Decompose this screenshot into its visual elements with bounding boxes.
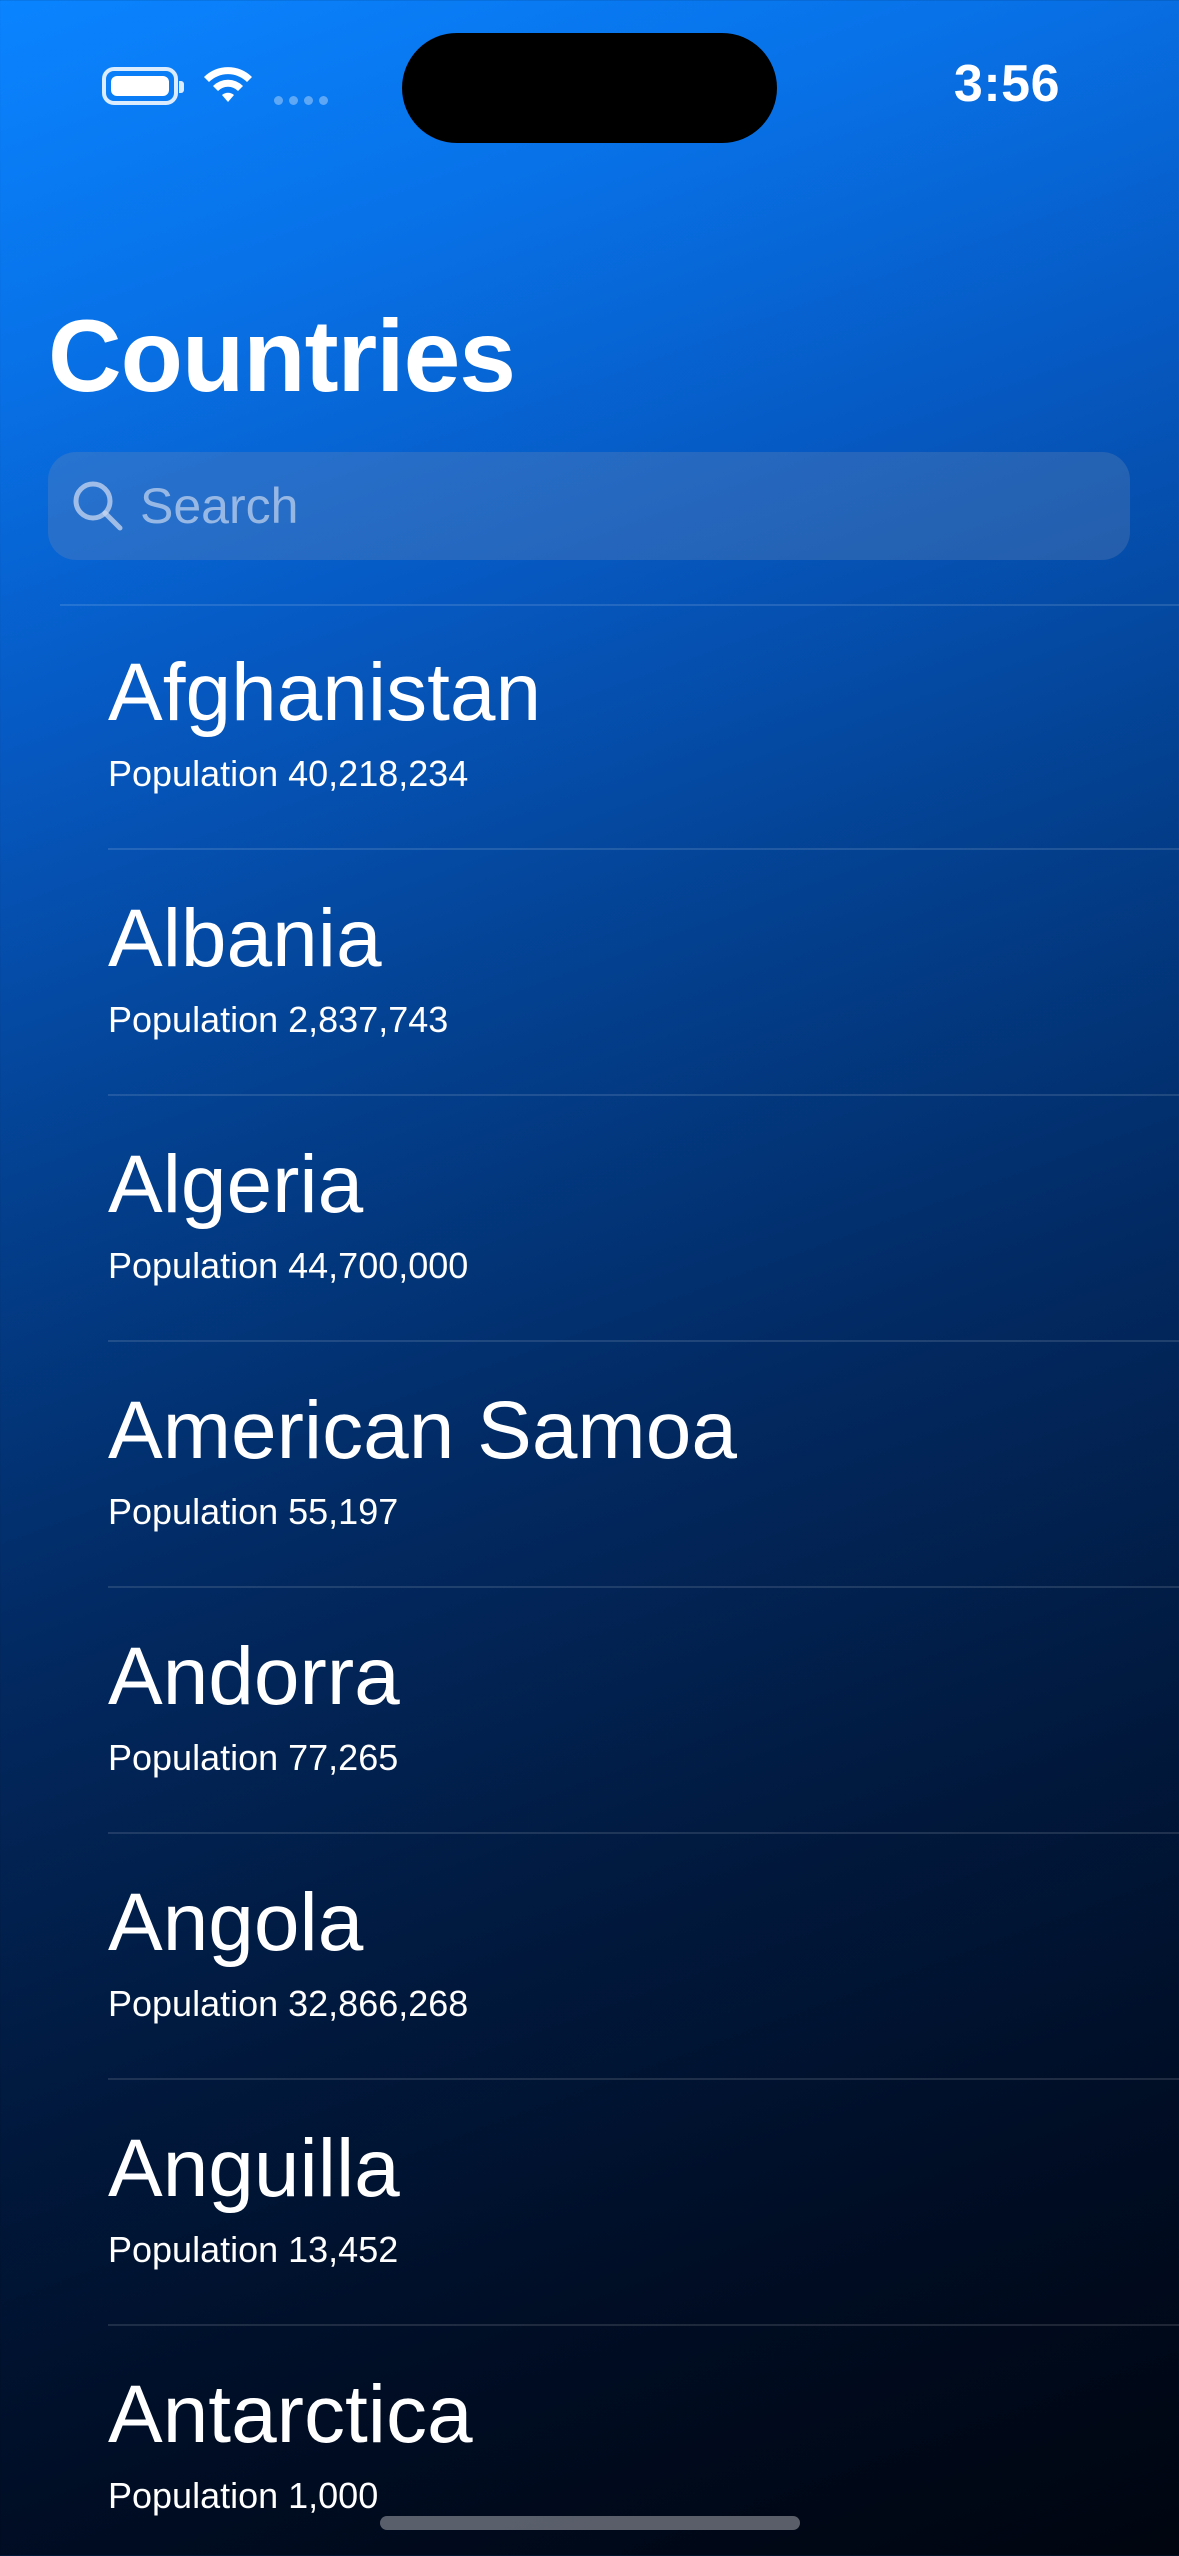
list-item-angola[interactable]: Angola Population 32,866,268 — [0, 1834, 1179, 2080]
search-icon — [73, 481, 123, 531]
country-name: Angola — [108, 1877, 364, 1968]
page-title: Countries — [48, 299, 516, 413]
country-population: Population 40,218,234 — [108, 753, 469, 794]
status-bar: 3:56 — [0, 0, 1179, 180]
country-population: Population 2,837,743 — [108, 999, 449, 1040]
list-item-afghanistan[interactable]: Afghanistan Population 40,218,234 — [0, 604, 1179, 850]
country-population: Population 1,000 — [108, 2475, 379, 2516]
country-name: Algeria — [108, 1139, 364, 1230]
country-name: Albania — [108, 893, 382, 984]
status-time: 3:56 — [953, 55, 1060, 113]
battery-icon — [102, 67, 184, 105]
country-population: Population 77,265 — [108, 1737, 399, 1778]
country-population: Population 32,866,268 — [108, 1983, 469, 2024]
list-item-algeria[interactable]: Algeria Population 44,700,000 — [0, 1096, 1179, 1342]
country-population: Population 55,197 — [108, 1491, 399, 1532]
country-name: Antarctica — [108, 2369, 473, 2460]
country-name: Andorra — [108, 1631, 400, 1722]
country-population: Population 44,700,000 — [108, 1245, 469, 1286]
list-item-anguilla[interactable]: Anguilla Population 13,452 — [0, 2080, 1179, 2326]
wifi-icon — [204, 67, 252, 102]
country-population: Population 13,452 — [108, 2229, 399, 2270]
search-bar[interactable] — [48, 452, 1130, 560]
search-input[interactable] — [140, 452, 1100, 560]
list-item-american-samoa[interactable]: American Samoa Population 55,197 — [0, 1342, 1179, 1588]
dynamic-island — [402, 33, 777, 143]
country-name: Anguilla — [108, 2123, 400, 2214]
country-name: Afghanistan — [108, 647, 542, 738]
list-item-andorra[interactable]: Andorra Population 77,265 — [0, 1588, 1179, 1834]
home-indicator[interactable] — [380, 2516, 800, 2530]
country-name: American Samoa — [108, 1385, 737, 1476]
cellular-signal-icon — [274, 96, 328, 105]
list-item-albania[interactable]: Albania Population 2,837,743 — [0, 850, 1179, 1096]
